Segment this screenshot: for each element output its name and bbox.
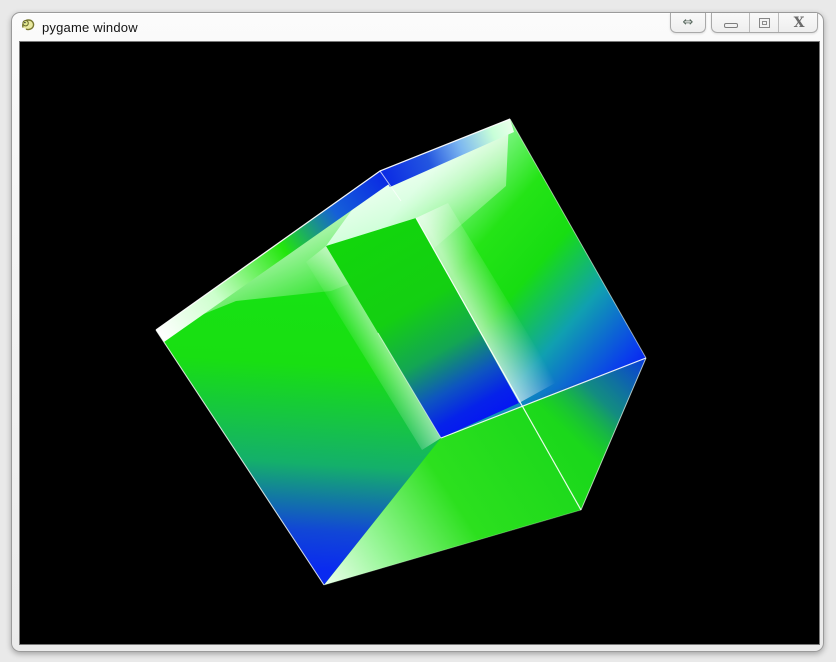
- maximize-button[interactable]: [749, 13, 778, 32]
- close-icon: X: [794, 14, 805, 32]
- cube-scene: [20, 42, 819, 644]
- shade-button[interactable]: ⇔: [670, 13, 706, 33]
- minimize-button[interactable]: [712, 13, 749, 32]
- minimize-icon: [724, 23, 738, 28]
- double-arrow-icon: ⇔: [671, 13, 705, 32]
- window-title: pygame window: [42, 20, 138, 35]
- pygame-window: pygame window ⇔ X: [11, 12, 824, 652]
- game-canvas[interactable]: [19, 41, 820, 645]
- window-controls-group: X: [711, 13, 818, 33]
- maximize-icon: [759, 18, 770, 28]
- close-button[interactable]: X: [778, 13, 819, 32]
- title-bar[interactable]: pygame window ⇔ X: [12, 13, 823, 42]
- pygame-icon: [20, 17, 37, 34]
